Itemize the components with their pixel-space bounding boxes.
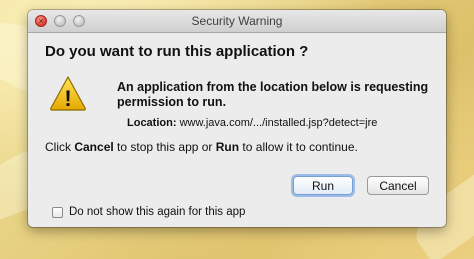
zoom-window-button[interactable] <box>73 15 85 27</box>
close-window-button[interactable]: × <box>35 15 47 27</box>
dialog-message: An application from the location below i… <box>117 80 429 109</box>
close-icon: × <box>38 16 44 26</box>
run-button[interactable]: Run <box>293 176 353 195</box>
instruction-text: Click Cancel to stop this app or Run to … <box>45 140 358 154</box>
dialog-heading: Do you want to run this application ? <box>45 43 309 60</box>
minimize-window-button[interactable] <box>54 15 66 27</box>
instruction-mid: to stop this app or <box>113 140 216 154</box>
desktop-background: × Security Warning Do you want to run th… <box>0 0 474 259</box>
title-bar[interactable]: × Security Warning <box>28 10 446 33</box>
warning-exclamation: ! <box>64 86 71 111</box>
instruction-cancel-word: Cancel <box>74 140 114 154</box>
cancel-button[interactable]: Cancel <box>367 176 429 195</box>
location-label: Location: <box>127 117 177 129</box>
window-title: Security Warning <box>191 14 283 28</box>
warning-icon: ! <box>49 75 87 111</box>
do-not-show-again-checkbox[interactable] <box>52 207 63 218</box>
location-line: Location: www.java.com/.../installed.jsp… <box>127 117 377 129</box>
location-value: www.java.com/.../installed.jsp?detect=jr… <box>179 117 378 129</box>
instruction-post: to allow it to continue. <box>239 140 358 154</box>
security-warning-dialog: × Security Warning Do you want to run th… <box>28 10 446 227</box>
instruction-pre: Click <box>45 140 75 154</box>
do-not-show-again-label[interactable]: Do not show this again for this app <box>69 206 245 218</box>
instruction-run-word: Run <box>215 140 240 154</box>
